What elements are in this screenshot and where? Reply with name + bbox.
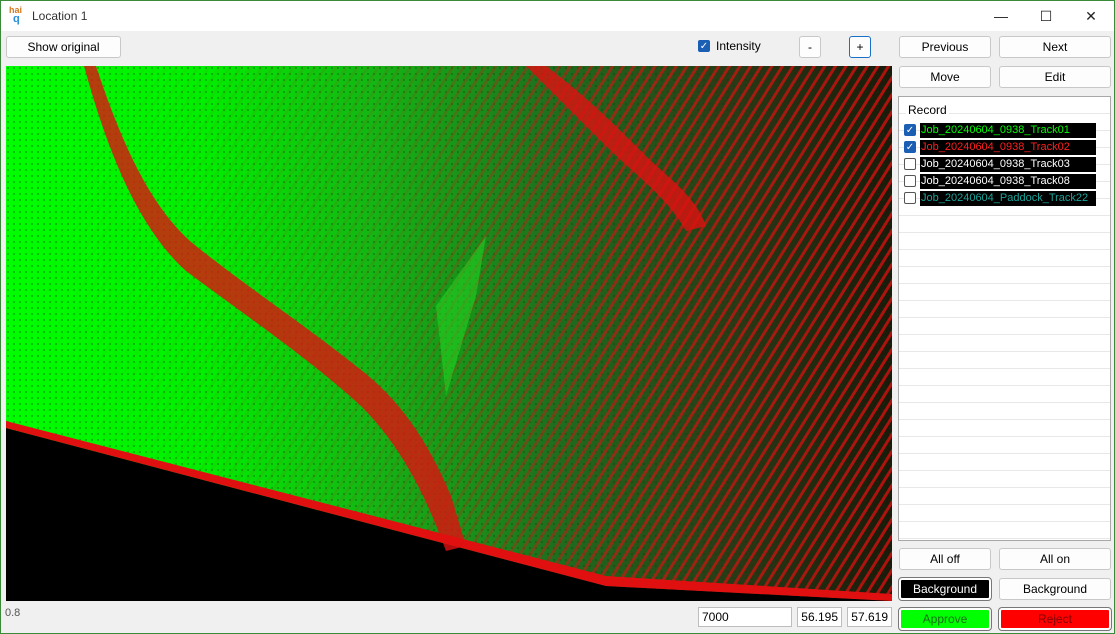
list-item[interactable]: Job_20240604_Paddock_Track22 xyxy=(904,190,1096,206)
background-light-button[interactable]: Background xyxy=(999,578,1111,600)
next-button[interactable]: Next xyxy=(999,36,1111,58)
zoom-out-button[interactable]: - xyxy=(799,36,821,58)
record-label: Job_20240604_0938_Track08 xyxy=(920,173,1096,189)
list-item[interactable]: ✓ Job_20240604_0938_Track01 xyxy=(904,122,1096,138)
record-checkbox[interactable] xyxy=(904,192,916,204)
record-label: Job_20240604_0938_Track03 xyxy=(920,156,1096,172)
coordinate-a-field[interactable]: 56.195 xyxy=(797,607,842,627)
zoom-in-button[interactable]: + xyxy=(849,36,871,58)
app-window: hai q Location 1 — ☐ ✕ Show original ✓ I… xyxy=(0,0,1115,634)
show-original-button[interactable]: Show original xyxy=(6,36,121,58)
title-bar: hai q Location 1 — ☐ ✕ xyxy=(1,1,1114,31)
background-dark-button[interactable]: Background xyxy=(898,577,992,601)
record-checkbox[interactable] xyxy=(904,175,916,187)
point-cloud-canvas[interactable] xyxy=(6,66,892,601)
coordinate-b-field[interactable]: 57.619 xyxy=(847,607,892,627)
record-list[interactable]: Record ✓ Job_20240604_0938_Track01 ✓ Job… xyxy=(898,96,1111,541)
record-label: Job_20240604_0938_Track02 xyxy=(920,139,1096,155)
record-checkbox[interactable]: ✓ xyxy=(904,124,916,136)
reject-button[interactable]: Reject xyxy=(998,607,1112,631)
point-cloud-viewer[interactable] xyxy=(6,66,892,601)
list-item[interactable]: Job_20240604_0938_Track03 xyxy=(904,156,1096,172)
scale-readout: 0.8 xyxy=(5,607,21,619)
edit-button[interactable]: Edit xyxy=(999,66,1111,88)
record-label: Job_20240604_Paddock_Track22 xyxy=(920,190,1096,206)
all-off-button[interactable]: All off xyxy=(899,548,991,570)
intensity-toggle[interactable]: ✓ Intensity xyxy=(698,39,761,53)
record-checkbox[interactable] xyxy=(904,158,916,170)
list-item[interactable]: ✓ Job_20240604_0938_Track02 xyxy=(904,139,1096,155)
approve-button[interactable]: Approve xyxy=(898,607,992,631)
record-label: Job_20240604_0938_Track01 xyxy=(920,122,1096,138)
record-checkbox[interactable]: ✓ xyxy=(904,141,916,153)
maximize-icon[interactable]: ☐ xyxy=(1023,1,1069,31)
window-title: Location 1 xyxy=(32,9,88,23)
minimize-icon[interactable]: — xyxy=(978,1,1024,31)
record-list-header: Record xyxy=(906,103,949,117)
move-button[interactable]: Move xyxy=(899,66,991,88)
all-on-button[interactable]: All on xyxy=(999,548,1111,570)
intensity-checkbox[interactable]: ✓ xyxy=(698,40,710,52)
value-field[interactable]: 7000 xyxy=(698,607,792,627)
previous-button[interactable]: Previous xyxy=(899,36,991,58)
close-icon[interactable]: ✕ xyxy=(1068,1,1114,31)
intensity-label: Intensity xyxy=(716,39,761,53)
list-item[interactable]: Job_20240604_0938_Track08 xyxy=(904,173,1096,189)
app-logo-icon: hai q xyxy=(9,5,23,25)
